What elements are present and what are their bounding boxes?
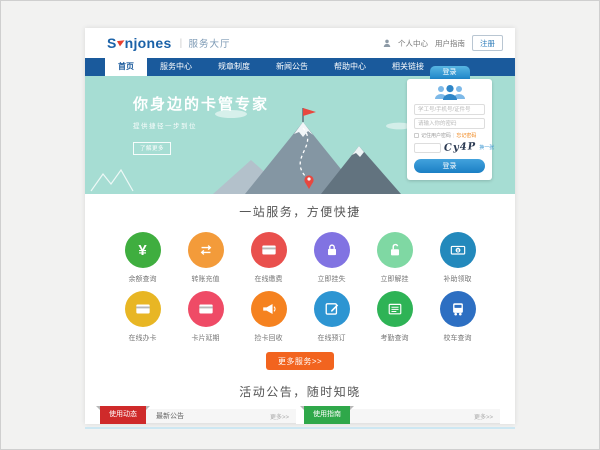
transfer-icon — [198, 242, 214, 258]
service-report-loss[interactable]: 立即挂失 — [300, 232, 363, 284]
remember-row: 记住用户密码 | 忘记密码 — [414, 132, 485, 139]
services-grid: ¥ 余额查询 转账充值 在线缴费 — [85, 232, 515, 343]
lock-icon — [324, 242, 340, 258]
unlock-icon — [387, 242, 403, 258]
login-form: 记住用户密码 | 忘记密码 Cy4P 换一张 登录 — [407, 79, 492, 180]
hero-cta-button[interactable]: 了解更多 — [133, 142, 171, 155]
left-announcement-bar: 使用动态 最新公告 更多>> — [100, 409, 296, 424]
login-tab[interactable]: 登录 — [430, 66, 470, 79]
right-announcement-bar: 使用指南 更多>> — [304, 409, 500, 424]
password-input[interactable] — [414, 118, 485, 129]
remember-checkbox[interactable] — [414, 133, 419, 138]
login-panel: 登录 记住用户密码 | 忘记密码 Cy4P 换一张 — [407, 66, 492, 180]
hero-banner: 你身边的卡管专家 提供捷径一步到位 了解更多 登录 — [85, 76, 515, 194]
service-school-bus[interactable]: 校车查询 — [426, 291, 489, 343]
user-icon — [383, 39, 391, 47]
service-card-renewal[interactable]: 卡片延期 — [174, 291, 237, 343]
service-payment[interactable]: 在线缴费 — [237, 232, 300, 284]
captcha-refresh-link[interactable]: 换一张 — [479, 144, 494, 151]
yuan-icon: ¥ — [138, 243, 146, 258]
card-icon — [198, 301, 214, 317]
bus-icon — [450, 301, 466, 317]
left-more-link[interactable]: 更多>> — [270, 412, 289, 421]
tab-user-guide[interactable]: 使用指南 — [304, 406, 350, 424]
edit-icon — [324, 301, 340, 317]
personal-center-link[interactable]: 个人中心 — [398, 38, 428, 49]
service-apply-card[interactable]: 在线办卡 — [111, 291, 174, 343]
announcements-title: 活动公告，随时知晓 — [85, 383, 515, 400]
hero-text: 你身边的卡管专家 提供捷径一步到位 了解更多 — [133, 93, 269, 155]
login-button[interactable]: 登录 — [414, 159, 485, 173]
remember-label: 记住用户密码 — [421, 132, 451, 139]
header: S njones | 服务大厅 个人中心 用户指南 注册 — [85, 28, 515, 58]
service-subsidy[interactable]: ¥ 补助领取 — [426, 232, 489, 284]
services-section: 一站服务，方便快捷 ¥ 余额查询 转账充值 在线缴费 — [85, 194, 515, 370]
service-attendance[interactable]: 考勤查询 — [363, 291, 426, 343]
card-icon — [261, 242, 277, 258]
logo-text-suffix: njones — [125, 35, 172, 51]
megaphone-icon — [261, 301, 277, 317]
service-found-card[interactable]: 捡卡回收 — [237, 291, 300, 343]
site-name: 服务大厅 — [188, 36, 230, 50]
tab-latest-notices[interactable]: 最新公告 — [146, 411, 194, 421]
services-title: 一站服务，方便快捷 — [85, 203, 515, 220]
service-booking[interactable]: 在线预订 — [300, 291, 363, 343]
captcha-image[interactable]: Cy4P — [444, 141, 477, 154]
banknote-icon: ¥ — [450, 242, 466, 258]
announcements-section: 活动公告，随时知晓 使用动态 最新公告 更多>> 使用指南 更多>> — [85, 383, 515, 429]
nav-item-rules[interactable]: 规章制度 — [205, 58, 263, 76]
section-divider — [85, 427, 515, 429]
service-unlock[interactable]: 立即解挂 — [363, 232, 426, 284]
service-transfer[interactable]: 转账充值 — [174, 232, 237, 284]
remember-divider: | — [453, 133, 454, 139]
account-links: 个人中心 用户指南 注册 — [383, 35, 503, 51]
hero-subtitle: 提供捷径一步到位 — [133, 120, 269, 130]
hero-title: 你身边的卡管专家 — [133, 93, 269, 114]
captcha-input[interactable] — [414, 143, 441, 153]
register-button[interactable]: 注册 — [472, 35, 503, 51]
forgot-password-link[interactable]: 忘记密码 — [456, 132, 476, 139]
user-guide-link[interactable]: 用户指南 — [435, 38, 465, 49]
list-icon — [387, 301, 403, 317]
logo-divider: | — [180, 38, 183, 49]
logo[interactable]: S njones | 服务大厅 — [107, 35, 230, 51]
portal-page: S njones | 服务大厅 个人中心 用户指南 注册 首页 服务中心 规章制… — [85, 28, 515, 424]
nav-item-service-center[interactable]: 服务中心 — [147, 58, 205, 76]
nav-item-news[interactable]: 新闻公告 — [263, 58, 321, 76]
logo-text-prefix: S — [107, 35, 117, 51]
mountain-doodle-icon — [89, 166, 145, 192]
service-balance[interactable]: ¥ 余额查询 — [111, 232, 174, 284]
users-icon — [433, 84, 467, 100]
account-input[interactable] — [414, 104, 485, 115]
more-services-button[interactable]: 更多服务>> — [266, 352, 334, 370]
nav-item-home[interactable]: 首页 — [105, 58, 147, 76]
card-icon — [135, 301, 151, 317]
nav-item-help[interactable]: 帮助中心 — [321, 58, 379, 76]
captcha-row: Cy4P 换一张 — [414, 142, 485, 153]
right-more-link[interactable]: 更多>> — [474, 412, 493, 421]
announcement-tab-bars: 使用动态 最新公告 更多>> 使用指南 更多>> — [85, 409, 515, 424]
tab-usage-news[interactable]: 使用动态 — [100, 406, 146, 424]
